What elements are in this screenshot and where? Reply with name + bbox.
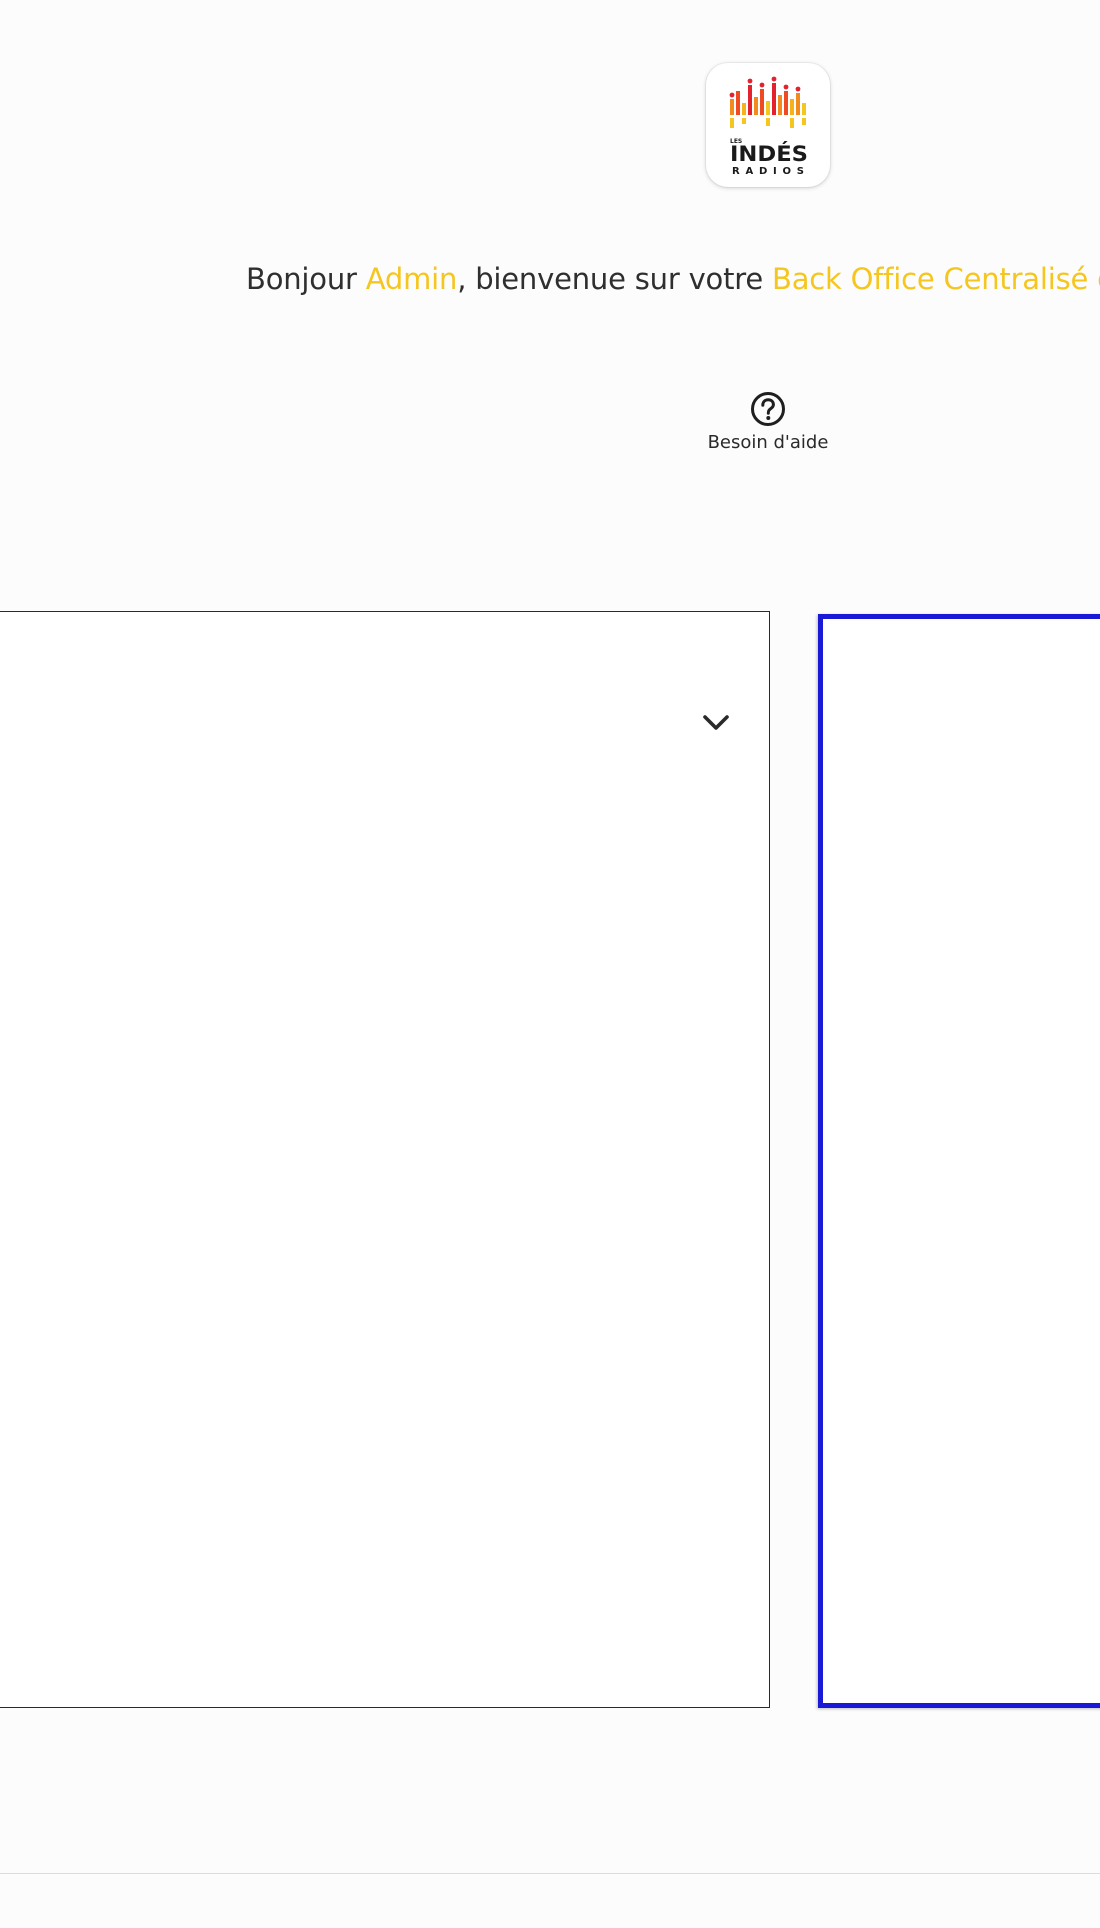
- question-circle-icon: [751, 392, 785, 426]
- help-button[interactable]: Besoin d'aide: [690, 390, 846, 453]
- welcome-user-name: Admin: [365, 262, 458, 296]
- logo-equalizer-graphic: LES INDÉS RADIOS: [729, 76, 808, 177]
- welcome-product-name: Back Office Centralisé des: [772, 262, 1100, 296]
- welcome-message: Bonjour Admin, bienvenue sur votre Back …: [246, 262, 1100, 296]
- logo-main-text: INDÉS: [730, 141, 808, 166]
- logo-sub-text: RADIOS: [732, 166, 804, 177]
- chevron-down-icon[interactable]: [700, 707, 732, 739]
- help-label: Besoin d'aide: [707, 432, 829, 453]
- welcome-prefix: Bonjour: [246, 262, 366, 296]
- les-indes-radios-logo: LES INDÉS RADIOS: [706, 63, 830, 187]
- welcome-middle: , bienvenue sur votre: [457, 262, 772, 296]
- left-panel: [0, 611, 770, 1708]
- selected-right-panel[interactable]: [818, 614, 1100, 1708]
- footer-divider: [0, 1873, 1100, 1874]
